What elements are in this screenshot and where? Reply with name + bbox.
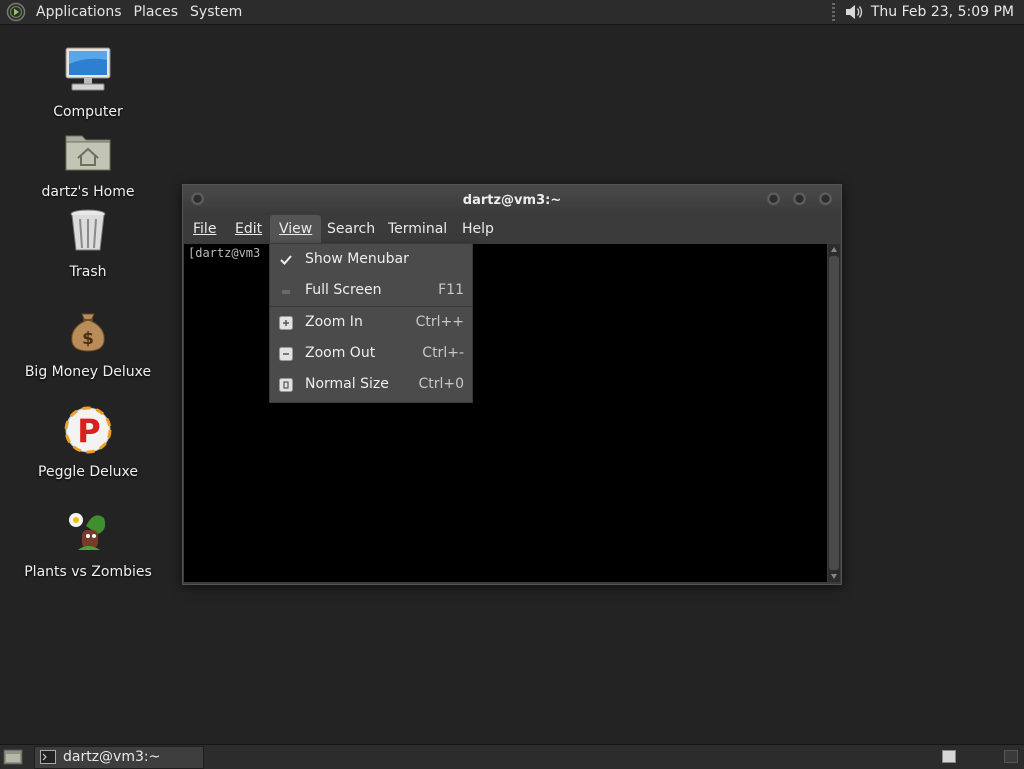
scrollbar-thumb[interactable] <box>829 256 839 570</box>
desktop-icon-trash[interactable]: Trash <box>18 206 158 280</box>
menu-label: View <box>279 221 313 237</box>
menu-item-shortcut: F11 <box>438 282 464 298</box>
menu-item-zoom-in[interactable]: Zoom In Ctrl++ <box>270 309 472 337</box>
menu-item-label: Full Screen <box>305 282 382 298</box>
window-titlebar[interactable]: dartz@vm3:~ <box>183 185 841 215</box>
desktop-icon-computer[interactable]: Computer <box>18 46 158 120</box>
desktop-icon-home[interactable]: dartz's Home <box>18 126 158 200</box>
menu-search[interactable]: Search <box>327 221 375 237</box>
bottom-panel: dartz@vm3:~ <box>0 744 1024 769</box>
places-menu[interactable]: Places <box>128 4 185 20</box>
desktop-icon-plants-vs-zombies[interactable]: Plants vs Zombies <box>18 506 158 580</box>
menu-item-show-menubar[interactable]: Show Menubar <box>270 246 472 274</box>
system-menu[interactable]: System <box>184 4 248 20</box>
computer-icon <box>65 47 111 91</box>
menu-label: Search <box>327 221 376 237</box>
panel-grip-handle[interactable] <box>831 3 835 21</box>
desktop-icon-label: Trash <box>69 264 107 280</box>
terminal-icon <box>40 750 56 764</box>
workspace-switcher-1[interactable] <box>942 750 956 763</box>
menu-item-normal-size[interactable]: Normal Size Ctrl+0 <box>270 371 472 399</box>
show-desktop-icon[interactable] <box>3 748 23 766</box>
menu-item-label: Zoom Out <box>305 345 376 361</box>
fullscreen-icon <box>282 290 290 294</box>
scroll-up-arrow-icon[interactable] <box>831 247 837 252</box>
menu-label: Help <box>462 221 494 237</box>
zoom-reset-icon <box>279 378 293 392</box>
desktop-icon-label: dartz's Home <box>41 184 135 200</box>
menu-separator <box>270 306 472 307</box>
terminal-menubar: File Edit View Search Terminal Help <box>183 215 841 244</box>
maximize-button[interactable] <box>792 192 807 207</box>
menu-item-shortcut: Ctrl+- <box>422 345 464 361</box>
menu-view[interactable]: View <box>270 215 322 244</box>
menu-label: Edit <box>235 221 263 237</box>
vertical-scrollbar[interactable] <box>828 244 840 582</box>
money-bag-icon: $ <box>71 313 105 352</box>
taskbar-button-terminal[interactable]: dartz@vm3:~ <box>34 746 204 769</box>
desktop-icon-label: Plants vs Zombies <box>24 564 152 580</box>
top-panel: Applications Places System Thu Feb 23, 5… <box>0 0 1024 25</box>
clock[interactable]: Thu Feb 23, 5:09 PM <box>871 4 1014 20</box>
volume-icon[interactable] <box>843 2 865 22</box>
applications-logo-icon[interactable] <box>6 2 26 22</box>
menu-item-label: Zoom In <box>305 314 363 330</box>
menu-item-shortcut: Ctrl++ <box>415 314 464 330</box>
svg-text:$: $ <box>82 329 94 349</box>
menu-edit[interactable]: Edit <box>235 221 262 237</box>
plants-vs-zombies-icon <box>69 513 106 550</box>
taskbar-button-label: dartz@vm3:~ <box>63 749 161 765</box>
menu-item-label: Normal Size <box>305 376 389 392</box>
terminal-prompt: [dartz@vm3 <box>188 246 261 260</box>
zoom-out-icon <box>279 347 293 361</box>
checkmark-icon <box>280 255 292 265</box>
close-button[interactable] <box>818 192 833 207</box>
menu-file[interactable]: File <box>193 221 216 237</box>
menu-item-zoom-out[interactable]: Zoom Out Ctrl+- <box>270 340 472 368</box>
peggle-icon: P <box>64 406 112 454</box>
view-dropdown-menu: Show Menubar Full Screen F11 Zoom In Ctr… <box>269 243 473 403</box>
trash-icon <box>70 209 106 251</box>
menu-item-label: Show Menubar <box>305 251 409 267</box>
menu-item-shortcut: Ctrl+0 <box>418 376 464 392</box>
menu-help[interactable]: Help <box>462 221 494 237</box>
desktop-icon-label: Big Money Deluxe <box>24 364 152 380</box>
menu-item-full-screen[interactable]: Full Screen F11 <box>270 277 472 305</box>
svg-text:P: P <box>77 412 100 450</box>
zoom-in-icon <box>279 316 293 330</box>
desktop-icon-label: Computer <box>53 104 123 120</box>
desktop-icon-peggle[interactable]: P Peggle Deluxe <box>18 406 158 480</box>
desktop-icon-big-money[interactable]: $ Big Money Deluxe <box>18 306 158 380</box>
window-title: dartz@vm3:~ <box>462 193 562 208</box>
menu-label: File <box>193 221 217 237</box>
scroll-down-arrow-icon[interactable] <box>831 574 837 579</box>
minimize-button[interactable] <box>766 192 781 207</box>
menu-label: Terminal <box>388 221 448 237</box>
menu-terminal[interactable]: Terminal <box>388 221 447 237</box>
desktop-icon-label: Peggle Deluxe <box>38 464 138 480</box>
home-folder-icon <box>65 135 111 171</box>
applications-menu[interactable]: Applications <box>30 4 128 20</box>
workspace-switcher-2[interactable] <box>1004 750 1018 763</box>
